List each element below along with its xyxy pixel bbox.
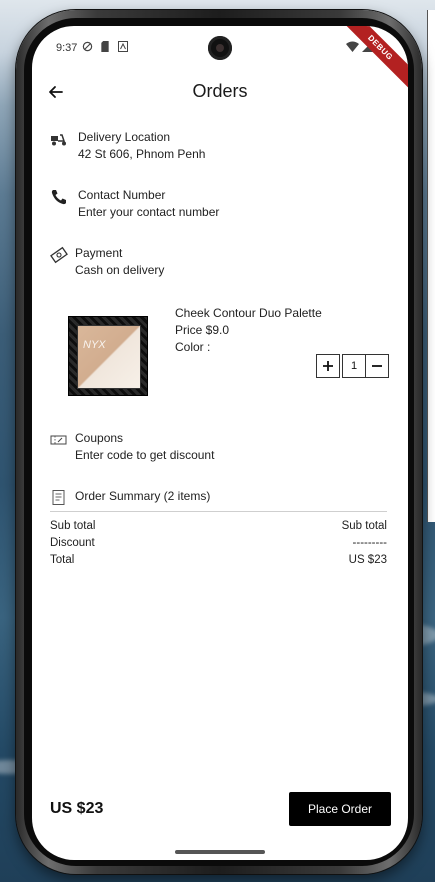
summary-row-subtotal: Sub total Sub total bbox=[50, 520, 387, 535]
summary-row-discount: Discount --------- bbox=[50, 537, 387, 552]
delivery-address: 42 St 606, Phnom Penh bbox=[78, 147, 206, 161]
place-order-button[interactable]: Place Order bbox=[289, 792, 391, 826]
payment-method: Cash on delivery bbox=[75, 263, 165, 277]
summary-label: Sub total bbox=[50, 520, 96, 532]
payment-label: Payment bbox=[75, 246, 123, 260]
increase-quantity-button[interactable] bbox=[316, 354, 340, 378]
delivery-location-row[interactable]: Delivery Location 42 St 606, Phnom Penh bbox=[50, 130, 350, 166]
coupons-row[interactable]: Coupons Enter code to get discount bbox=[50, 431, 350, 467]
order-summary-title: Order Summary (2 items) bbox=[75, 489, 211, 503]
summary-divider bbox=[50, 511, 387, 512]
home-indicator[interactable] bbox=[175, 850, 265, 854]
page-title: Orders bbox=[192, 81, 248, 101]
product-image-pan bbox=[77, 325, 141, 389]
coupon-ticket-icon bbox=[50, 431, 68, 449]
app-notification-icon bbox=[118, 41, 128, 55]
wifi-icon bbox=[346, 41, 359, 55]
summary-label: Total bbox=[50, 554, 75, 566]
app-screen: 9:37 DEBUG Orders Delivery Location 42 S… bbox=[32, 26, 408, 860]
sd-card-icon bbox=[100, 41, 110, 55]
summary-value: Sub total bbox=[341, 520, 387, 532]
product-image-logo: NYX bbox=[83, 339, 106, 351]
delivery-label: Delivery Location bbox=[78, 130, 171, 144]
front-camera bbox=[208, 36, 232, 60]
debug-banner: DEBUG bbox=[338, 26, 408, 90]
summary-value: --------- bbox=[352, 537, 387, 549]
summary-value: US $23 bbox=[348, 554, 387, 566]
payment-row[interactable]: Payment Cash on delivery bbox=[50, 246, 350, 282]
contact-label: Contact Number bbox=[78, 188, 166, 202]
side-panel bbox=[427, 10, 435, 522]
decrease-quantity-button[interactable] bbox=[365, 354, 389, 378]
summary-label: Discount bbox=[50, 537, 95, 549]
status-bar: 9:37 DEBUG bbox=[32, 26, 408, 90]
coupons-label: Coupons bbox=[75, 431, 124, 445]
footer-total: US $23 bbox=[50, 800, 104, 817]
status-time: 9:37 bbox=[56, 42, 78, 54]
payment-cash-icon bbox=[50, 246, 68, 264]
contact-number-row[interactable]: Contact Number Enter your contact number bbox=[50, 188, 350, 224]
quantity-value-box: 1 bbox=[342, 354, 365, 378]
do-not-disturb-icon bbox=[82, 41, 93, 55]
receipt-icon bbox=[50, 489, 68, 507]
order-summary-header: Order Summary (2 items) bbox=[50, 489, 350, 507]
quantity-value: 1 bbox=[350, 360, 358, 372]
minus-icon bbox=[372, 365, 382, 367]
quantity-stepper: 1 bbox=[316, 354, 390, 378]
summary-row-total: Total US $23 bbox=[50, 554, 387, 569]
product-image: NYX bbox=[68, 316, 148, 396]
product-price: Price $9.0 bbox=[175, 323, 230, 337]
plus-icon bbox=[323, 361, 333, 371]
delivery-scooter-icon bbox=[50, 130, 68, 148]
product-color: Color : bbox=[175, 340, 211, 354]
contact-number-field[interactable]: Enter your contact number bbox=[78, 205, 219, 219]
product-name: Cheek Contour Duo Palette bbox=[175, 306, 322, 320]
phone-icon bbox=[50, 188, 68, 206]
coupon-code-field[interactable]: Enter code to get discount bbox=[75, 448, 214, 462]
